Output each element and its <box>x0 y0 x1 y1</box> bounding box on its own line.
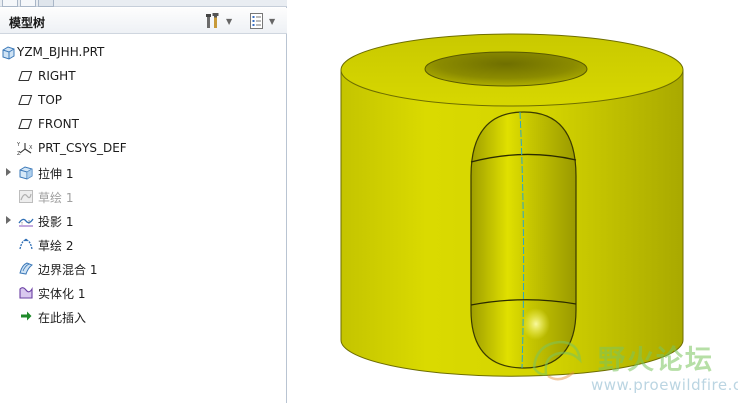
chevron-down-icon: ▼ <box>226 16 233 26</box>
show-list-icon <box>250 13 263 29</box>
model-tree: YZM_BJHH.PRT RIGHT TOP FRONT Y Z X PRT_C… <box>0 40 287 328</box>
tree-item-boundary-blend-1[interactable]: 边界混合 1 <box>0 256 287 280</box>
svg-text:Z: Z <box>17 151 21 156</box>
tree-item-label: FRONT <box>38 117 79 131</box>
panel-tab-3[interactable] <box>38 0 54 7</box>
sketch-icon <box>17 188 34 204</box>
tree-item-csys[interactable]: Y Z X PRT_CSYS_DEF <box>0 136 287 160</box>
tree-item-sketch-1[interactable]: 草绘 1 <box>0 184 287 208</box>
tree-item-solidify-1[interactable]: 实体化 1 <box>0 280 287 304</box>
leaf-swirl-logo <box>532 340 582 381</box>
panel-tab-2[interactable] <box>20 0 36 7</box>
tree-item-label: RIGHT <box>38 69 76 83</box>
tree-item-label: 投影 1 <box>38 215 74 229</box>
insert-here-arrow-icon <box>17 308 34 324</box>
tree-item-label: 在此插入 <box>38 311 87 325</box>
datum-plane-icon <box>17 68 34 84</box>
tree-item-label: 边界混合 1 <box>38 263 98 277</box>
panel-tab-strip <box>0 0 287 7</box>
watermark-url: www.proewildfire.cn <box>591 376 738 394</box>
tree-item-label: 拉伸 1 <box>38 167 74 181</box>
model-tree-header: 模型树 ▼ ▼ <box>0 8 287 34</box>
model-tree-title: 模型树 <box>9 16 46 30</box>
tree-item-extrude-1[interactable]: 拉伸 1 <box>0 160 287 184</box>
datum-plane-icon <box>17 116 34 132</box>
tree-item-label: 草绘 1 <box>38 191 74 205</box>
settings-button[interactable]: ▼ <box>204 11 232 31</box>
tree-root-part[interactable]: YZM_BJHH.PRT <box>0 40 287 64</box>
graphics-viewport[interactable]: 野火论坛 www.proewildfire.cn <box>288 0 738 403</box>
extrude-icon <box>17 164 34 180</box>
projection-icon <box>17 212 34 228</box>
tree-item-projection-1[interactable]: 投影 1 <box>0 208 287 232</box>
tree-item-label: 草绘 2 <box>38 239 74 253</box>
svg-text:X: X <box>29 145 33 151</box>
tree-item-label: 实体化 1 <box>38 287 86 301</box>
svg-text:Y: Y <box>17 142 21 148</box>
expand-arrow-icon[interactable] <box>6 168 11 176</box>
tree-item-top[interactable]: TOP <box>0 88 287 112</box>
tree-item-label: YZM_BJHH.PRT <box>17 45 105 59</box>
tree-item-label: TOP <box>38 93 63 107</box>
watermark-text: 野火论坛 <box>598 345 714 376</box>
tree-item-right[interactable]: RIGHT <box>0 64 287 88</box>
show-button[interactable]: ▼ <box>249 11 275 31</box>
coordinate-system-icon: Y Z X <box>17 140 34 156</box>
sketch-icon <box>17 236 34 252</box>
expand-arrow-icon[interactable] <box>6 216 11 224</box>
chevron-down-icon: ▼ <box>269 16 276 26</box>
tree-item-insert-here[interactable]: 在此插入 <box>0 304 287 328</box>
datum-plane-icon <box>17 92 34 108</box>
part-icon <box>0 44 17 60</box>
tree-item-sketch-2[interactable]: 草绘 2 <box>0 232 287 256</box>
tree-item-front[interactable]: FRONT <box>0 112 287 136</box>
tree-item-label: PRT_CSYS_DEF <box>38 141 127 155</box>
model-tree-panel: 模型树 ▼ ▼ YZM_BJHH.PRT RIGHT TOP FRONT Y Z… <box>0 0 287 403</box>
panel-tab-1[interactable] <box>2 0 18 7</box>
tools-icon <box>206 13 219 28</box>
solidify-icon <box>17 284 34 300</box>
boundary-blend-icon <box>17 260 34 276</box>
